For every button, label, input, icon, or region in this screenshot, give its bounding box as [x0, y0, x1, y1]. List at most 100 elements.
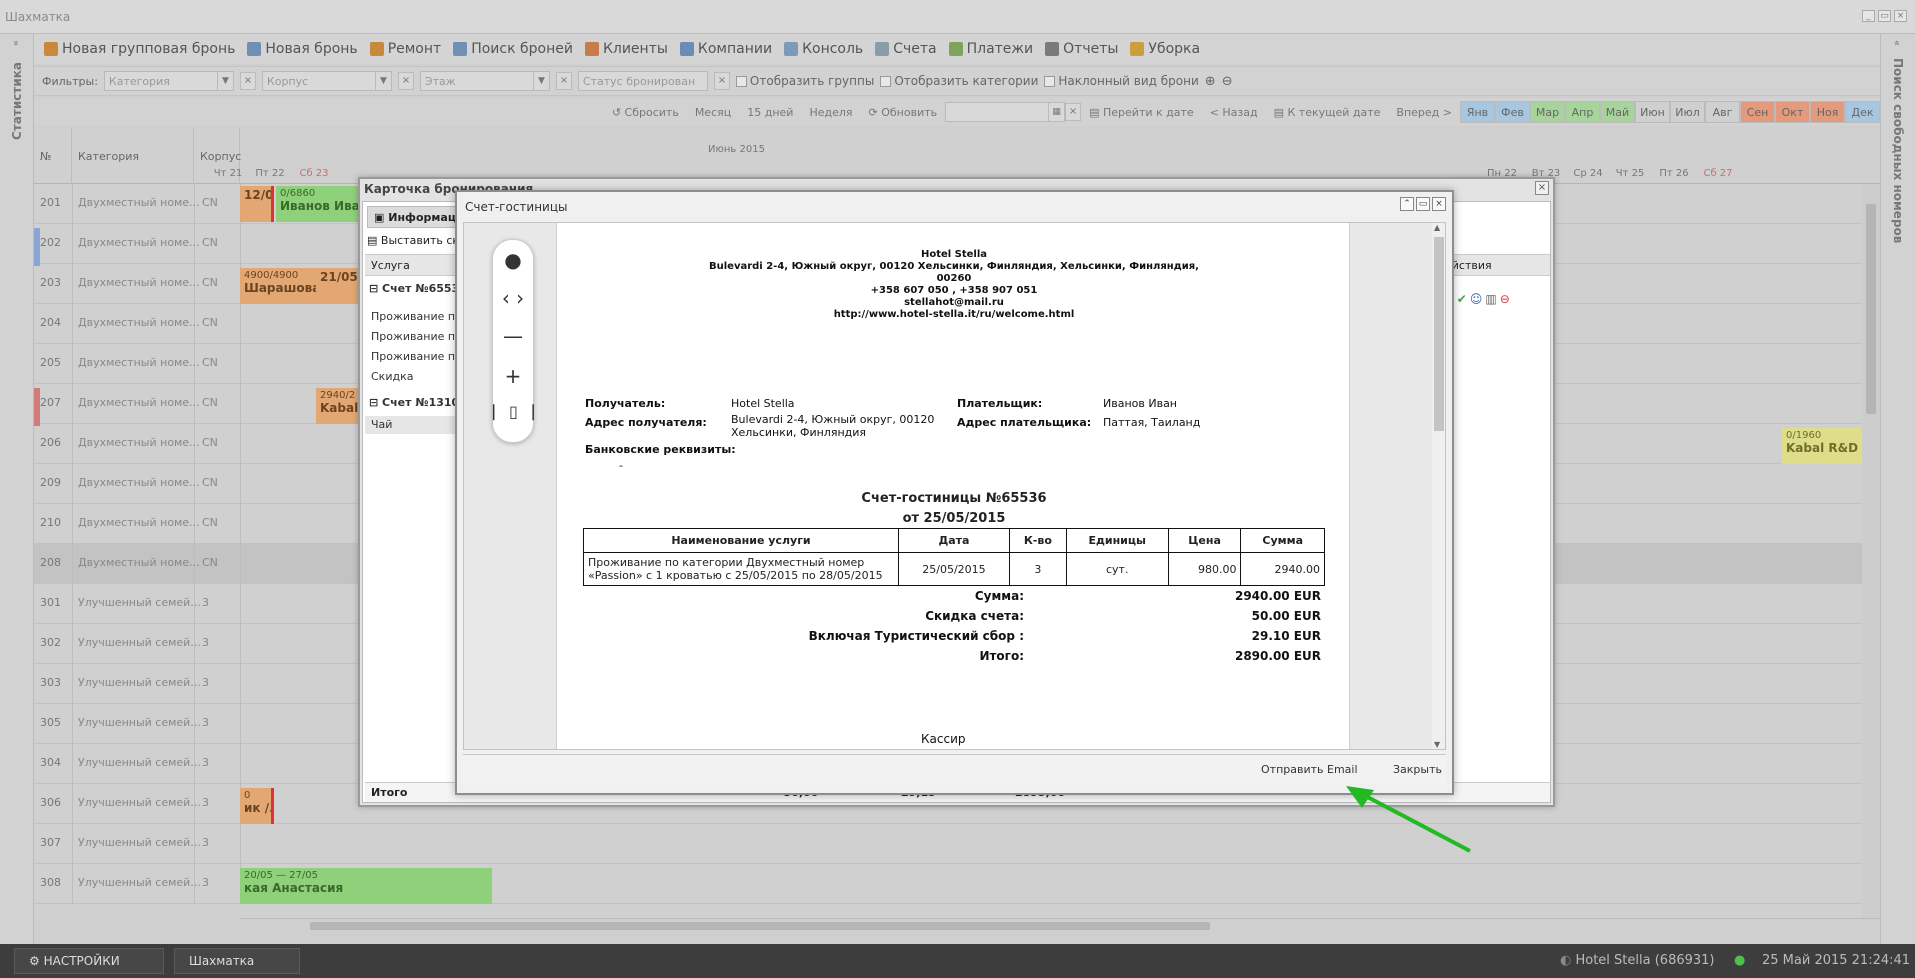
toolbar-item-1[interactable]: Новая бронь — [241, 41, 363, 57]
clear-icon[interactable]: × — [1065, 103, 1082, 121]
dot-icon[interactable]: ● — [493, 248, 533, 272]
show-categories-checkbox[interactable]: Отобразить категории — [880, 74, 1038, 88]
clear-icon[interactable]: × — [397, 72, 414, 90]
invoice-group-2[interactable]: ⊟ Счет №1310 — [369, 396, 459, 409]
clear-icon[interactable]: × — [239, 72, 256, 90]
issue-invoice-button[interactable]: ▤ Выставить ск — [367, 234, 459, 247]
calendar-icon[interactable]: ▦ — [1048, 103, 1064, 121]
reset-button[interactable]: ↺ Сбросить — [604, 106, 687, 119]
table-row[interactable]: 307 Улучшенный семей... 3 — [34, 824, 1880, 864]
day-header[interactable]: Пт 22 — [252, 168, 288, 179]
month-button[interactable]: Сен — [1740, 101, 1775, 123]
delete-icon[interactable]: ⊖ — [1500, 292, 1510, 306]
page-nav-icon[interactable]: ‹ › — [493, 286, 533, 310]
booking-block[interactable]: 0 ик /. — [240, 788, 274, 824]
close-icon[interactable]: × — [1432, 197, 1446, 211]
show-groups-checkbox[interactable]: Отобразить группы — [735, 74, 874, 88]
day-header[interactable]: Сб 23 — [296, 168, 332, 179]
category-filter[interactable]: Категория ▼ — [103, 71, 234, 91]
toolbar-item-0[interactable]: Новая групповая бронь — [38, 41, 241, 57]
scroll-thumb[interactable] — [310, 922, 1210, 930]
collapse-icon[interactable]: ⌃ — [1400, 197, 1414, 211]
day-header[interactable]: Ср 24 — [1570, 168, 1606, 179]
back-button[interactable]: < Назад — [1202, 106, 1266, 119]
booking-block[interactable]: 20/05 — 27/05 кая Анастасия — [240, 868, 492, 904]
chevron-down-icon[interactable]: ▼ — [216, 72, 233, 90]
col-category-header[interactable]: Категория — [72, 128, 194, 184]
month-button[interactable]: Ноя — [1810, 101, 1845, 123]
scroll-down-icon[interactable]: ▼ — [1434, 740, 1440, 749]
document-scrollbar[interactable]: ▲ ▼ — [1432, 223, 1445, 749]
date-input[interactable]: ▦ — [945, 102, 1066, 122]
zoom-in-icon[interactable]: + — [493, 364, 533, 388]
month-button[interactable]: Авг — [1705, 101, 1740, 123]
statistics-sidebar[interactable]: » Статистика — [0, 34, 34, 944]
chess-taskbar-button[interactable]: Шахматка — [174, 948, 300, 974]
chevron-down-icon[interactable]: ▼ — [532, 72, 549, 90]
invoice-group-1[interactable]: ⊟ Счет №6553 — [369, 282, 459, 295]
month-button[interactable]: Мар — [1530, 101, 1565, 123]
clear-icon[interactable]: × — [713, 72, 730, 90]
pdf-viewer[interactable]: ● ‹ › — + ⎸▯⎹ Hotel Stella Bulevardi 2-4… — [463, 222, 1446, 750]
month-button[interactable]: Июл — [1670, 101, 1705, 123]
toolbar-item-6[interactable]: Консоль — [778, 41, 869, 57]
day-header[interactable]: Чт 21 — [210, 168, 246, 179]
day-header[interactable]: Чт 25 — [1612, 168, 1648, 179]
tab-info[interactable]: ▣ Информац — [367, 206, 467, 228]
check-icon[interactable]: ✔ — [1457, 292, 1467, 306]
close-icon[interactable]: × — [1535, 181, 1549, 195]
scroll-thumb[interactable] — [1434, 237, 1444, 431]
clear-icon[interactable]: × — [555, 72, 572, 90]
scroll-up-icon[interactable]: ▲ — [1434, 223, 1440, 232]
month-view-button[interactable]: Месяц — [687, 106, 739, 119]
service-row[interactable]: Скидка — [371, 370, 413, 383]
expand-icon[interactable]: » — [10, 40, 21, 46]
goto-date-button[interactable]: ▤ Перейти к дате — [1081, 106, 1202, 119]
send-email-button[interactable]: Отправить Email — [1261, 763, 1358, 776]
user-icon[interactable]: ☺ — [1470, 292, 1483, 306]
zoom-out-icon[interactable]: ⊖ — [1222, 74, 1233, 89]
scroll-thumb[interactable] — [1866, 204, 1876, 414]
vertical-scrollbar[interactable] — [1862, 184, 1880, 918]
zoom-out-icon[interactable]: — — [493, 324, 533, 348]
refresh-button[interactable]: ⟳ Обновить — [861, 106, 946, 119]
minimize-icon[interactable]: _ — [1862, 10, 1875, 22]
15-days-view-button[interactable]: 15 дней — [739, 106, 801, 119]
month-button[interactable]: Апр — [1565, 101, 1600, 123]
toolbar-item-7[interactable]: Счета — [869, 41, 942, 57]
toolbar-item-8[interactable]: Платежи — [943, 41, 1040, 57]
forward-button[interactable]: Вперед > — [1388, 106, 1460, 119]
month-button[interactable]: Янв — [1460, 101, 1495, 123]
toolbar-item-2[interactable]: Ремонт — [364, 41, 448, 57]
toolbar-item-9[interactable]: Отчеты — [1039, 41, 1124, 57]
free-rooms-sidebar[interactable]: « Поиск свободных номеров — [1880, 34, 1915, 944]
fit-page-icon[interactable]: ⎸▯⎹ — [493, 402, 534, 422]
building-filter[interactable]: Корпус ▼ — [261, 71, 392, 91]
month-button[interactable]: Дек — [1845, 101, 1880, 123]
print-icon[interactable]: ▥ — [1485, 292, 1496, 306]
checkbox-icon[interactable] — [880, 75, 892, 87]
maximize-icon[interactable]: ▭ — [1416, 197, 1430, 211]
close-icon[interactable]: × — [1894, 10, 1907, 22]
month-button[interactable]: Окт — [1775, 101, 1810, 123]
chevron-down-icon[interactable]: ▼ — [374, 72, 391, 90]
month-button[interactable]: Май — [1600, 101, 1635, 123]
week-view-button[interactable]: Неделя — [801, 106, 860, 119]
checkbox-icon[interactable] — [735, 75, 747, 87]
day-header[interactable]: Сб 27 — [1700, 168, 1736, 179]
toolbar-item-5[interactable]: Компании — [674, 41, 778, 57]
booking-block[interactable]: 12/05 — [240, 186, 274, 222]
toolbar-item-10[interactable]: Уборка — [1124, 41, 1206, 57]
tilted-view-checkbox[interactable]: Наклонный вид брони — [1044, 74, 1199, 88]
month-button[interactable]: Июн — [1635, 101, 1670, 123]
today-button[interactable]: ▤ К текущей дате — [1266, 106, 1389, 119]
horizontal-scrollbar[interactable] — [240, 918, 1880, 932]
status-filter[interactable]: Статус бронирован — [577, 71, 708, 91]
expand-icon[interactable]: « — [1891, 40, 1902, 46]
close-button[interactable]: Закрыть — [1393, 763, 1442, 776]
floor-filter[interactable]: Этаж ▼ — [419, 71, 550, 91]
toolbar-item-3[interactable]: Поиск броней — [447, 41, 579, 57]
zoom-in-icon[interactable]: ⊕ — [1205, 74, 1216, 89]
restore-icon[interactable]: ▭ — [1878, 10, 1891, 22]
col-number-header[interactable]: № — [34, 128, 72, 184]
